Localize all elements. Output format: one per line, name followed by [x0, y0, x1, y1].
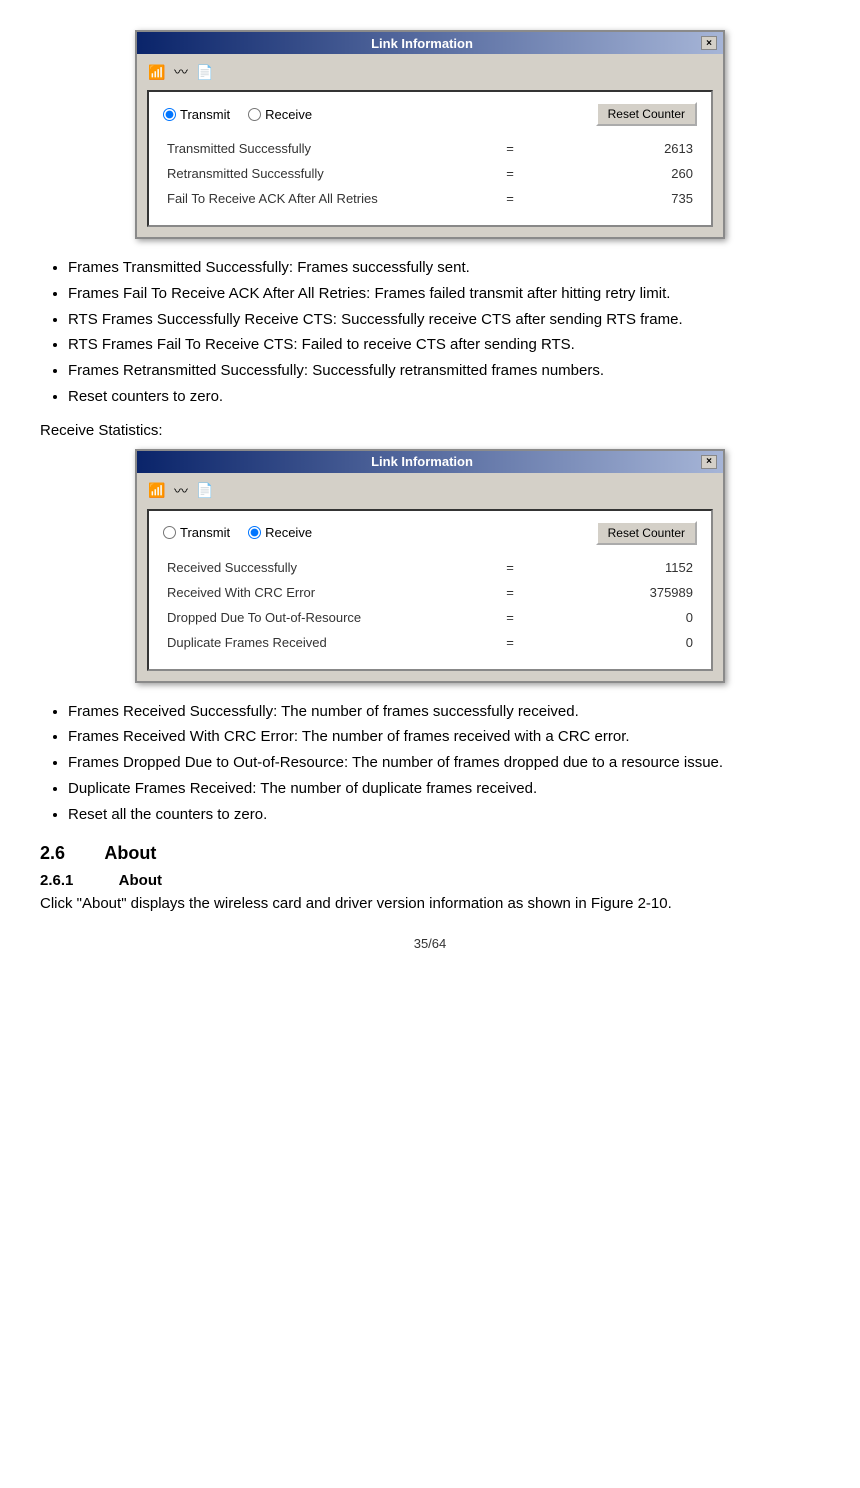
receive-radio-label[interactable]: Receive — [248, 107, 312, 122]
section-261-heading: 2.6.1 About — [40, 872, 820, 889]
receive-dialog-wrapper: Link Information × 📶 〰 📄 Transmit — [40, 449, 820, 683]
transmit-dialog-close-button[interactable]: × — [701, 36, 717, 50]
receive-dialog-toolbar: 📶 〰 📄 — [147, 481, 713, 501]
doc-icon: 📄 — [195, 62, 215, 82]
receive-doc-icon: 📄 — [195, 481, 215, 501]
stat-label: Retransmitted Successfully — [163, 161, 483, 186]
receive-dialog-inner: Transmit Receive Reset Counter Received … — [147, 509, 713, 671]
list-item: RTS Frames Fail To Receive CTS: Failed t… — [68, 334, 820, 356]
stat-value: 1152 — [537, 555, 697, 580]
transmit-dialog-inner: Transmit Receive Reset Counter Transmitt… — [147, 90, 713, 227]
transmit-dialog-titlebar: Link Information × — [137, 32, 723, 54]
stat-label: Duplicate Frames Received — [163, 630, 483, 655]
transmit-dialog-title: Link Information — [143, 36, 701, 51]
transmit-bullets-list: Frames Transmitted Successfully: Frames … — [68, 257, 820, 408]
stat-value: 0 — [537, 605, 697, 630]
transmit-radio-label[interactable]: Transmit — [163, 107, 230, 122]
transmit-dialog-body: 📶 〰 📄 Transmit Receive — [137, 54, 723, 237]
list-item: Frames Retransmitted Successfully: Succe… — [68, 360, 820, 382]
stat-value: 0 — [537, 630, 697, 655]
receive-transmit-radio-text: Transmit — [180, 525, 230, 540]
section-26-number: 2.6 — [40, 843, 65, 863]
transmit-stats-table: Transmitted Successfully = 2613 Retransm… — [163, 136, 697, 211]
transmit-dialog: Link Information × 📶 〰 📄 Transmit — [135, 30, 725, 239]
stat-value: 375989 — [537, 580, 697, 605]
transmit-radio-group: Transmit Receive — [163, 107, 312, 122]
stat-eq: = — [483, 136, 536, 161]
transmit-dialog-wrapper: Link Information × 📶 〰 📄 Transmit — [40, 30, 820, 239]
receive-radio-text: Receive — [265, 107, 312, 122]
receive-receive-radio-input[interactable] — [248, 526, 261, 539]
receive-dialog-close-button[interactable]: × — [701, 455, 717, 469]
stat-eq: = — [483, 630, 536, 655]
list-item: Reset all the counters to zero. — [68, 804, 820, 826]
receive-wifi-icon: 📶 — [147, 481, 167, 501]
table-row: Duplicate Frames Received = 0 — [163, 630, 697, 655]
section-261-number: 2.6.1 — [40, 872, 73, 889]
receive-receive-radio-text: Receive — [265, 525, 312, 540]
stat-value: 2613 — [537, 136, 697, 161]
stat-eq: = — [483, 580, 536, 605]
section-261-title: About — [119, 872, 162, 889]
list-item: Duplicate Frames Received: The number of… — [68, 778, 820, 800]
receive-radio-group-inputs: Transmit Receive — [163, 525, 312, 540]
transmit-reset-counter-button[interactable]: Reset Counter — [596, 102, 697, 126]
transmit-dialog-toolbar: 📶 〰 📄 — [147, 62, 713, 82]
receive-bullets-list: Frames Received Successfully: The number… — [68, 701, 820, 826]
receive-transmit-radio-label[interactable]: Transmit — [163, 525, 230, 540]
list-item: Frames Received With CRC Error: The numb… — [68, 726, 820, 748]
receive-wave-icon: 〰 — [171, 481, 191, 501]
table-row: Dropped Due To Out-of-Resource = 0 — [163, 605, 697, 630]
list-item: Reset counters to zero. — [68, 386, 820, 408]
list-item: Frames Transmitted Successfully: Frames … — [68, 257, 820, 279]
section-26-heading: 2.6 About — [40, 843, 820, 864]
stat-label: Received Successfully — [163, 555, 483, 580]
wifi-icon: 📶 — [147, 62, 167, 82]
transmit-radio-input[interactable] — [163, 108, 176, 121]
table-row: Received With CRC Error = 375989 — [163, 580, 697, 605]
stat-label: Received With CRC Error — [163, 580, 483, 605]
page-number: 35/64 — [40, 936, 820, 951]
list-item: Frames Received Successfully: The number… — [68, 701, 820, 723]
list-item: RTS Frames Successfully Receive CTS: Suc… — [68, 309, 820, 331]
wave-icon: 〰 — [171, 62, 191, 82]
transmit-radio-row: Transmit Receive Reset Counter — [163, 102, 697, 126]
receive-dialog-body: 📶 〰 📄 Transmit Receive — [137, 473, 723, 681]
receive-stats-table: Received Successfully = 1152 Received Wi… — [163, 555, 697, 655]
receive-reset-counter-button[interactable]: Reset Counter — [596, 521, 697, 545]
receive-dialog-title: Link Information — [143, 454, 701, 469]
section-26-title: About — [104, 843, 156, 863]
list-item: Frames Fail To Receive ACK After All Ret… — [68, 283, 820, 305]
receive-dialog-titlebar: Link Information × — [137, 451, 723, 473]
stat-eq: = — [483, 186, 536, 211]
transmit-radio-text: Transmit — [180, 107, 230, 122]
stat-eq: = — [483, 161, 536, 186]
table-row: Fail To Receive ACK After All Retries = … — [163, 186, 697, 211]
receive-bullet-section: Frames Received Successfully: The number… — [40, 701, 820, 826]
stat-eq: = — [483, 555, 536, 580]
table-row: Received Successfully = 1152 — [163, 555, 697, 580]
stat-label: Dropped Due To Out-of-Resource — [163, 605, 483, 630]
list-item: Frames Dropped Due to Out-of-Resource: T… — [68, 752, 820, 774]
stat-value: 260 — [537, 161, 697, 186]
stat-value: 735 — [537, 186, 697, 211]
table-row: Retransmitted Successfully = 260 — [163, 161, 697, 186]
receive-radio-row: Transmit Receive Reset Counter — [163, 521, 697, 545]
stat-label: Transmitted Successfully — [163, 136, 483, 161]
stat-eq: = — [483, 605, 536, 630]
receive-receive-radio-label[interactable]: Receive — [248, 525, 312, 540]
receive-transmit-radio-input[interactable] — [163, 526, 176, 539]
about-text: Click "About" displays the wireless card… — [40, 893, 820, 916]
receive-section-label: Receive Statistics: — [40, 422, 820, 439]
stat-label: Fail To Receive ACK After All Retries — [163, 186, 483, 211]
table-row: Transmitted Successfully = 2613 — [163, 136, 697, 161]
transmit-bullet-section: Frames Transmitted Successfully: Frames … — [40, 257, 820, 408]
receive-radio-input[interactable] — [248, 108, 261, 121]
receive-dialog: Link Information × 📶 〰 📄 Transmit — [135, 449, 725, 683]
